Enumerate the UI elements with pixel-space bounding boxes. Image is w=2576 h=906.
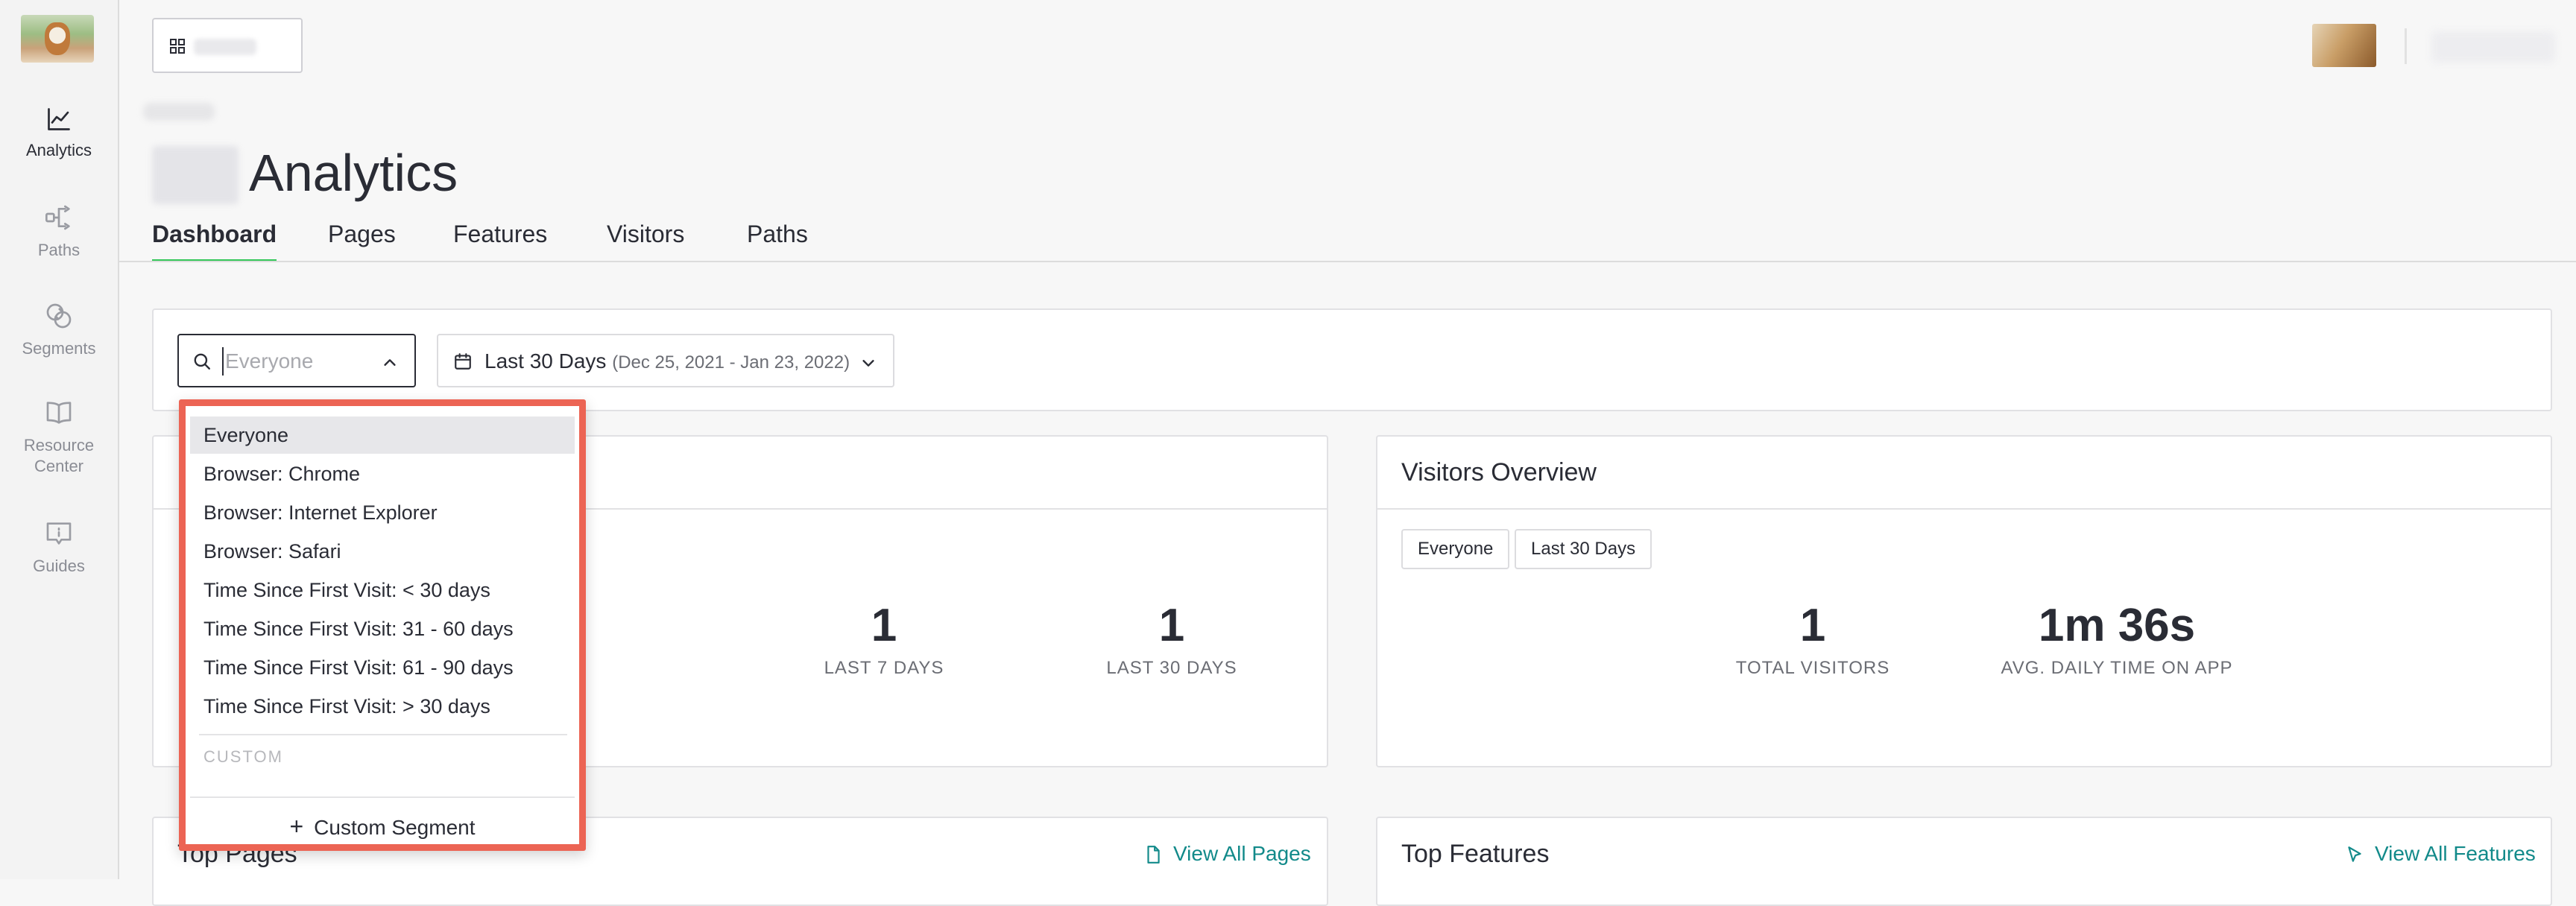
metric-label: LAST 7 DAYS — [824, 658, 944, 678]
segment-selector[interactable] — [177, 334, 416, 387]
breadcrumb[interactable] — [143, 103, 215, 121]
segment-dropdown: Everyone Browser: Chrome Browser: Intern… — [179, 399, 586, 851]
tab-features[interactable]: Features — [453, 216, 547, 252]
dropdown-divider — [190, 796, 575, 798]
metric-last-30-days: 1 LAST 30 DAYS — [1023, 599, 1321, 680]
sidebar-item-label: Analytics — [25, 141, 92, 159]
search-icon — [194, 353, 210, 370]
metric-total-visitors: 1 TOTAL VISITORS — [1664, 599, 1962, 680]
document-icon — [1147, 846, 1160, 864]
metric-value: 1m 36s — [2038, 600, 2196, 651]
view-all-features-link[interactable]: View All Features — [2345, 840, 2536, 867]
custom-section-label: CUSTOM — [203, 747, 283, 766]
metric-label: LAST 30 DAYS — [1106, 658, 1237, 678]
app-switcher-button[interactable] — [152, 18, 303, 73]
segment-chip: Everyone — [1401, 529, 1510, 569]
date-chip: Last 30 Days — [1515, 529, 1652, 569]
sidebar-item-resource-center[interactable]: Resource Center — [0, 398, 118, 477]
sidebar-item-guides[interactable]: Guides — [0, 519, 118, 577]
tab-pages[interactable]: Pages — [328, 216, 396, 252]
segment-option-first-visit-gt-30[interactable]: Time Since First Visit: > 30 days — [190, 688, 575, 725]
date-range-label: Last 30 Days — [484, 349, 607, 373]
segment-option-internet-explorer[interactable]: Browser: Internet Explorer — [190, 494, 575, 531]
grid-icon — [170, 39, 185, 54]
segment-option-chrome[interactable]: Browser: Chrome — [190, 455, 575, 492]
segment-option-first-visit-31-60[interactable]: Time Since First Visit: 31 - 60 days — [190, 610, 575, 647]
segment-search-input[interactable] — [222, 347, 368, 376]
sidebar-item-label-line2: Center — [34, 457, 84, 475]
segment-option-everyone[interactable]: Everyone — [190, 416, 575, 454]
card-title: Visitors Overview — [1401, 458, 1597, 487]
paths-icon — [45, 205, 70, 230]
add-custom-segment-button[interactable]: + Custom Segment — [186, 813, 579, 841]
metric-label: AVG. DAILY TIME ON APP — [2001, 658, 2233, 678]
segment-option-first-visit-61-90[interactable]: Time Since First Visit: 61 - 90 days — [190, 649, 575, 686]
segments-icon — [46, 303, 72, 329]
app-icon-redacted — [152, 146, 239, 204]
page-title: Analytics — [249, 144, 458, 202]
app-logo[interactable] — [21, 15, 94, 63]
sidebar-item-label-line1: Resource — [23, 436, 95, 454]
calendar-icon — [455, 353, 471, 370]
dropdown-divider — [199, 734, 567, 735]
app-name-redacted — [194, 39, 256, 55]
sidebar-item-paths[interactable]: Paths — [0, 203, 118, 261]
link-label: View All Features — [2375, 842, 2536, 865]
visitors-overview-card: Visitors Overview 1 TOTAL VISITORS 1m 36… — [1376, 435, 2552, 767]
plus-icon: + — [289, 813, 304, 840]
segment-option-first-visit-lt-30[interactable]: Time Since First Visit: < 30 days — [190, 571, 575, 609]
date-range-selector[interactable]: Last 30 Days (Dec 25, 2021 - Jan 23, 202… — [437, 334, 894, 387]
tabs-divider — [118, 261, 2576, 262]
metric-avg-daily-time: 1m 36s AVG. DAILY TIME ON APP — [1968, 599, 2266, 680]
view-all-pages-link[interactable]: View All Pages — [1143, 840, 1311, 867]
sidebar-item-label: Guides — [33, 557, 85, 575]
card-header: Visitors Overview — [1377, 437, 2551, 510]
tab-dashboard[interactable]: Dashboard — [152, 216, 277, 262]
guides-icon — [46, 522, 72, 545]
metric-value: 1 — [1158, 600, 1185, 651]
metric-label: TOTAL VISITORS — [1735, 658, 1890, 678]
book-icon — [46, 402, 72, 424]
user-menu-redacted[interactable] — [2431, 31, 2555, 63]
chart-icon — [48, 108, 70, 130]
add-custom-segment-label: Custom Segment — [314, 816, 476, 839]
avatar[interactable] — [2312, 24, 2376, 67]
tab-visitors[interactable]: Visitors — [607, 216, 684, 252]
metric-value: 1 — [1799, 600, 1826, 651]
sidebar-item-segments[interactable]: Segments — [0, 301, 118, 359]
header-divider — [2405, 28, 2407, 64]
date-range-dates: (Dec 25, 2021 - Jan 23, 2022) — [612, 352, 850, 373]
cursor-icon — [2348, 846, 2361, 862]
sidebar-item-label: Paths — [37, 241, 80, 259]
sidebar: Analytics Paths Segments Resource Center… — [0, 0, 119, 879]
chevron-down-icon — [862, 360, 874, 367]
sidebar-item-analytics[interactable]: Analytics — [0, 106, 118, 161]
sidebar-item-label: Segments — [22, 339, 96, 358]
tab-paths[interactable]: Paths — [747, 216, 808, 252]
card-title: Top Features — [1401, 840, 1550, 868]
chevron-up-icon[interactable] — [382, 355, 398, 371]
link-label: View All Pages — [1173, 842, 1311, 865]
segment-option-safari[interactable]: Browser: Safari — [190, 533, 575, 570]
metric-value: 1 — [871, 600, 897, 651]
metric-last-7-days: 1 LAST 7 DAYS — [735, 599, 1033, 680]
